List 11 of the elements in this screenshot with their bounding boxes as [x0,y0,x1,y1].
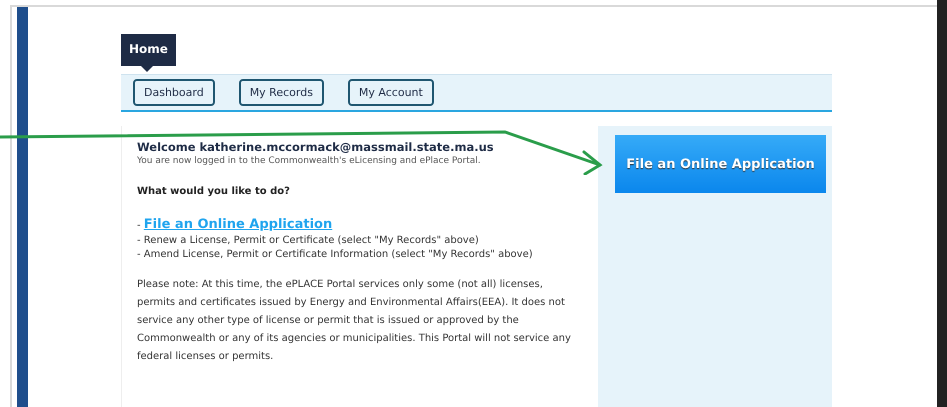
option-text: - Renew a License, Permit or Certificate (select "My Records" above) [137,235,480,246]
question-heading: What would you like to do? [137,186,291,197]
nav-button[interactable]: My Records [238,79,324,106]
login-message: You are now logged in to the Commonwealth's eLicensing and ePlace Portal. [137,156,482,166]
nav-button[interactable]: Dashboard [133,79,215,106]
nav-button[interactable]: My Account [348,79,434,106]
note-paragraph: Please note: At this time, the ePLACE Portal services only some (not all) licenses, permits and certificates issued by Energy and Environmental Affairs(EEA). It does not service any other type of license or permit that is issued or approved by the Commonwealth or any of its agencies or municipalities. This Portal will not service any federal licenses or permits. [137,278,572,364]
home-tab[interactable]: Home [121,34,176,66]
dash-bullet: - [137,220,142,231]
welcome-title: Welcome katherine.mccormack@massmail.state.ma.us [137,140,495,154]
option-text: - Amend License, Permit or Certificate Information (select "My Records" above) [137,249,534,260]
